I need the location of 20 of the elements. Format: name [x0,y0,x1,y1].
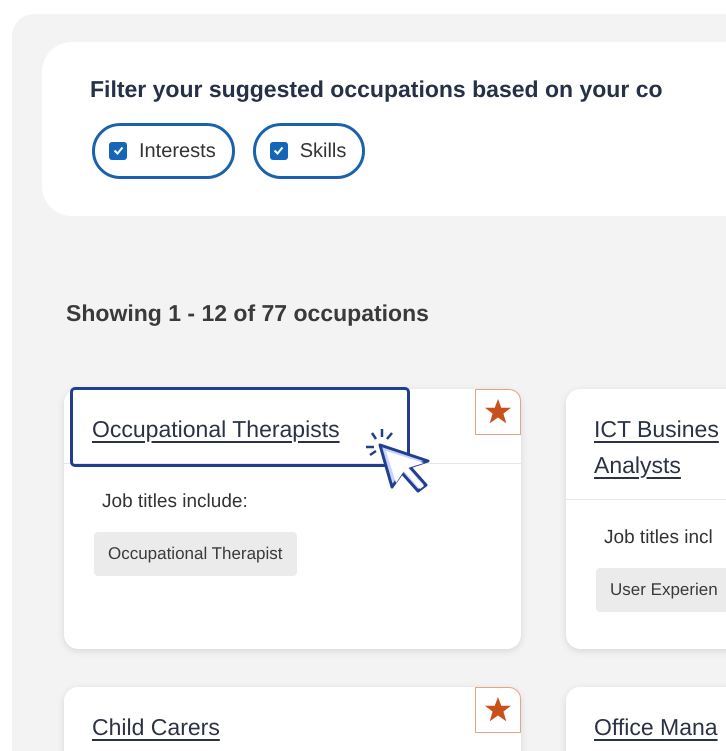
occupation-link[interactable]: Child Carers [92,708,493,744]
job-titles-label: Job titles incl [604,526,714,550]
checkbox[interactable] [270,142,288,160]
checkmark-icon [112,146,124,155]
filter-toggle[interactable]: Interests [92,122,235,178]
occupation-link[interactable]: Occupational Therapists [92,410,493,446]
results-summary: Showing 1 - 12 of 77 occupations [66,299,430,328]
filter-toggle[interactable]: Skills [252,122,366,178]
star-icon [485,399,511,424]
job-title-tag: User Experien [596,568,726,612]
occupation-link[interactable]: Office Mana [594,708,726,744]
occupation-link[interactable]: ICT Busines Analysts [594,410,726,482]
checkmark-icon [273,146,284,155]
star-icon [485,697,511,722]
favourite-star-button[interactable] [475,686,521,732]
job-titles-label: Job titles include: [102,490,249,514]
filter-heading: Filter your suggested occupations based on your co [90,75,664,104]
job-title-tag: Occupational Therapist [94,532,297,576]
checkbox[interactable] [109,142,127,160]
favourite-star-button[interactable] [475,388,521,434]
